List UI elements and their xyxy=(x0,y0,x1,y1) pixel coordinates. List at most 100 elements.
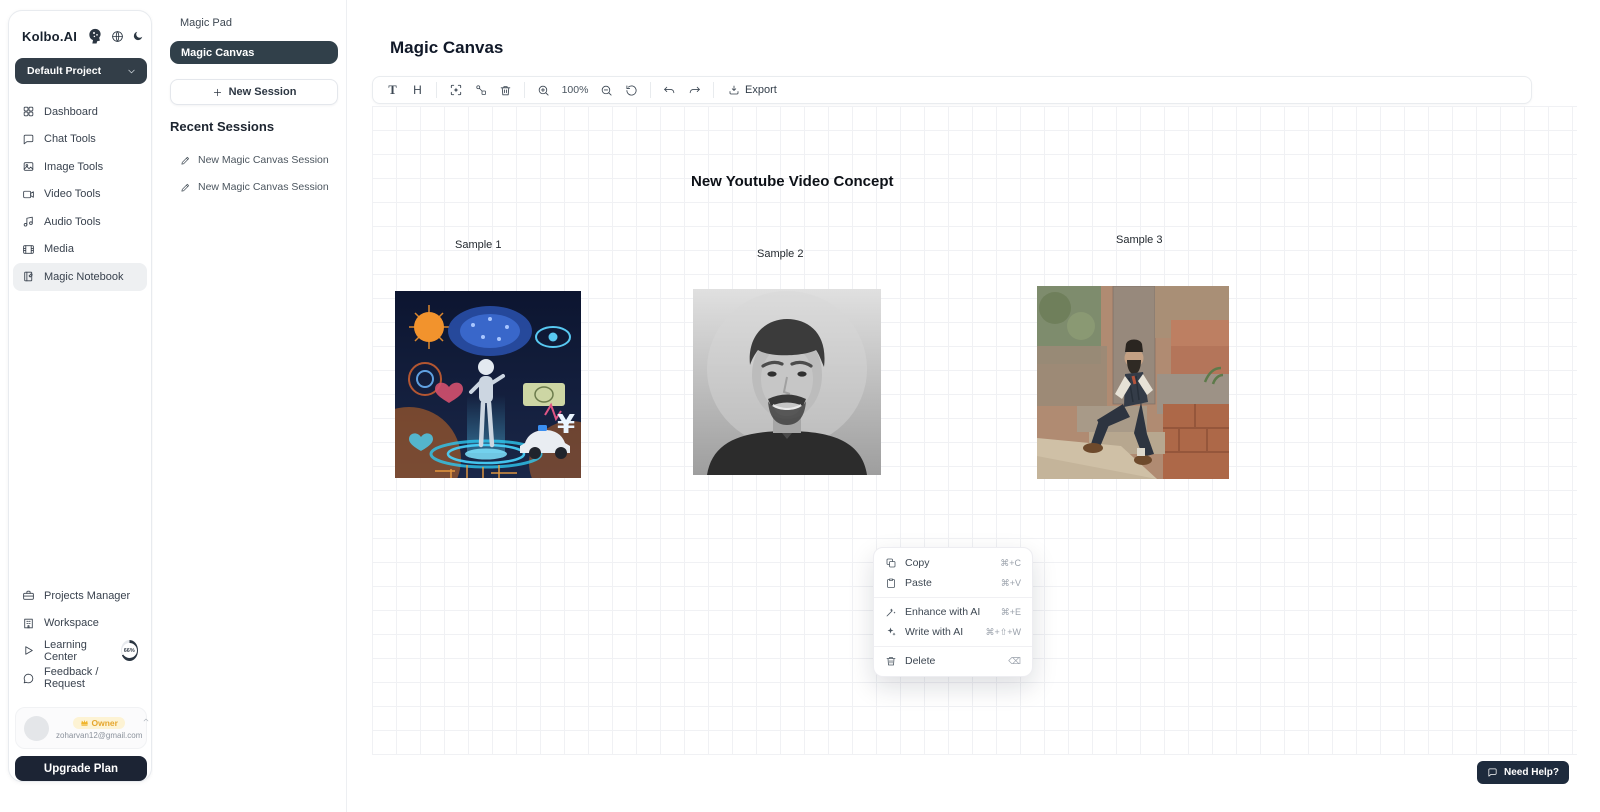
sidebar-item-media[interactable]: Media xyxy=(13,236,147,264)
sidebar: Kolbo.AI Default Project Dashboard Chat … xyxy=(8,10,152,782)
user-account-card[interactable]: Owner zoharvan12@gmail.com xyxy=(15,707,147,749)
building-icon xyxy=(22,617,35,630)
avatar xyxy=(24,716,49,741)
zoom-in-button[interactable] xyxy=(532,80,555,101)
chevron-down-icon xyxy=(126,66,137,77)
zoom-out-icon xyxy=(600,84,613,97)
panel-item-magic-pad[interactable]: Magic Pad xyxy=(170,14,338,32)
session-list-item[interactable]: New Magic Canvas Session xyxy=(170,177,338,197)
video-camera-icon xyxy=(22,188,35,201)
language-globe-icon[interactable] xyxy=(111,30,124,43)
panel-item-magic-canvas[interactable]: Magic Canvas xyxy=(170,41,338,64)
session-panel: Magic Pad Magic Canvas New Session Recen… xyxy=(153,0,347,812)
feedback-bubble-icon xyxy=(22,672,35,685)
shortcut-label: ⌘+C xyxy=(1000,558,1021,569)
page-title: Magic Canvas xyxy=(390,38,503,58)
session-list-item[interactable]: New Magic Canvas Session xyxy=(170,150,338,170)
undo-button[interactable] xyxy=(658,80,681,101)
undo-icon xyxy=(663,84,676,97)
sidebar-item-feedback[interactable]: Feedback / Request xyxy=(13,665,147,693)
canvas-sample-label-3[interactable]: Sample 3 xyxy=(1116,234,1162,246)
connector-icon xyxy=(475,84,487,96)
sidebar-item-workspace[interactable]: Workspace xyxy=(13,610,147,638)
menu-divider xyxy=(874,646,1032,647)
user-email: zoharvan12@gmail.com xyxy=(56,731,142,740)
trash-icon xyxy=(499,84,512,97)
heading-tool-button[interactable]: H xyxy=(406,80,429,101)
sample-image-3[interactable] xyxy=(1037,286,1229,479)
sidebar-item-label: Workspace xyxy=(44,617,99,629)
sample-image-1[interactable]: ¥ xyxy=(395,291,581,478)
user-meta: Owner zoharvan12@gmail.com xyxy=(56,717,142,740)
reset-view-button[interactable] xyxy=(620,80,643,101)
upgrade-plan-button[interactable]: Upgrade Plan xyxy=(15,756,147,781)
need-help-button[interactable]: Need Help? xyxy=(1477,761,1569,784)
sidebar-item-label: Projects Manager xyxy=(44,590,130,602)
canvas-title[interactable]: New Youtube Video Concept xyxy=(691,173,894,190)
chevron-up-icon xyxy=(142,716,150,724)
delete-tool-button[interactable] xyxy=(494,80,517,101)
shortcut-label: ⌫ xyxy=(1008,656,1021,667)
context-menu-item-paste[interactable]: Paste ⌘+V xyxy=(874,573,1032,593)
sidebar-footer: Projects Manager Workspace Learning Cent… xyxy=(13,582,147,692)
context-menu-item-copy[interactable]: Copy ⌘+C xyxy=(874,553,1032,573)
sidebar-item-learning-center[interactable]: Learning Center 66% xyxy=(13,637,147,665)
sidebar-item-audio-tools[interactable]: Audio Tools xyxy=(13,208,147,236)
copy-icon xyxy=(885,557,897,569)
ai-scan-icon xyxy=(449,83,463,97)
toolbar-separator xyxy=(436,82,437,98)
context-menu: Copy ⌘+C Paste ⌘+V Enhance with AI ⌘+E W… xyxy=(873,547,1033,677)
learning-progress-ring: 66% xyxy=(121,640,138,661)
sidebar-item-projects-manager[interactable]: Projects Manager xyxy=(13,582,147,610)
new-session-button[interactable]: New Session xyxy=(170,79,338,105)
recent-sessions-heading: Recent Sessions xyxy=(170,119,274,134)
context-menu-item-write-ai[interactable]: Write with AI ⌘+⇧+W xyxy=(874,622,1032,642)
sidebar-item-label: Learning Center xyxy=(44,639,110,663)
owner-badge: Owner xyxy=(73,717,124,729)
menu-divider xyxy=(874,597,1032,598)
sparkles-icon xyxy=(885,626,897,638)
canvas-sample-label-1[interactable]: Sample 1 xyxy=(455,239,501,251)
zoom-out-button[interactable] xyxy=(595,80,618,101)
sidebar-item-magic-notebook[interactable]: Magic Notebook xyxy=(13,263,147,291)
shortcut-label: ⌘+E xyxy=(1001,607,1021,618)
sidebar-item-label: Video Tools xyxy=(44,188,100,200)
toolbar-separator xyxy=(713,82,714,98)
toolbar-separator xyxy=(650,82,651,98)
sidebar-item-image-tools[interactable]: Image Tools xyxy=(13,153,147,181)
trash-icon xyxy=(885,655,897,667)
connector-tool-button[interactable] xyxy=(469,80,492,101)
sidebar-item-chat-tools[interactable]: Chat Tools xyxy=(13,126,147,154)
pencil-icon xyxy=(180,155,191,166)
canvas-sample-label-2[interactable]: Sample 2 xyxy=(757,248,803,260)
sidebar-item-dashboard[interactable]: Dashboard xyxy=(13,98,147,126)
crown-icon xyxy=(80,718,89,727)
sidebar-item-video-tools[interactable]: Video Tools xyxy=(13,181,147,209)
dashboard-icon xyxy=(22,105,35,118)
sidebar-item-label: Feedback / Request xyxy=(44,666,138,690)
learning-progress-value: 66% xyxy=(122,643,137,658)
play-icon xyxy=(22,644,35,657)
logo-row: Kolbo.AI xyxy=(22,27,144,45)
export-button[interactable]: Export xyxy=(721,80,784,101)
text-tool-button[interactable]: T xyxy=(381,80,404,101)
dark-mode-moon-icon[interactable] xyxy=(132,30,144,42)
redo-button[interactable] xyxy=(683,80,706,101)
sidebar-item-label: Audio Tools xyxy=(44,216,101,228)
notebook-pen-icon xyxy=(22,270,35,283)
ai-select-button[interactable] xyxy=(444,80,467,101)
shortcut-label: ⌘+V xyxy=(1001,578,1021,589)
sidebar-item-label: Magic Notebook xyxy=(44,271,124,283)
context-menu-item-enhance-ai[interactable]: Enhance with AI ⌘+E xyxy=(874,602,1032,622)
help-chat-icon xyxy=(1487,767,1498,778)
zoom-level[interactable]: 100% xyxy=(557,84,593,96)
sample-image-2[interactable] xyxy=(693,289,881,475)
project-selector-label: Default Project xyxy=(27,65,101,77)
music-note-icon xyxy=(22,215,35,228)
sidebar-item-label: Chat Tools xyxy=(44,133,96,145)
magic-wand-icon xyxy=(885,606,897,618)
project-selector[interactable]: Default Project xyxy=(15,58,147,84)
zoom-in-icon xyxy=(537,84,550,97)
context-menu-item-delete[interactable]: Delete ⌫ xyxy=(874,651,1032,671)
brand-logo: Kolbo.AI xyxy=(22,29,77,44)
